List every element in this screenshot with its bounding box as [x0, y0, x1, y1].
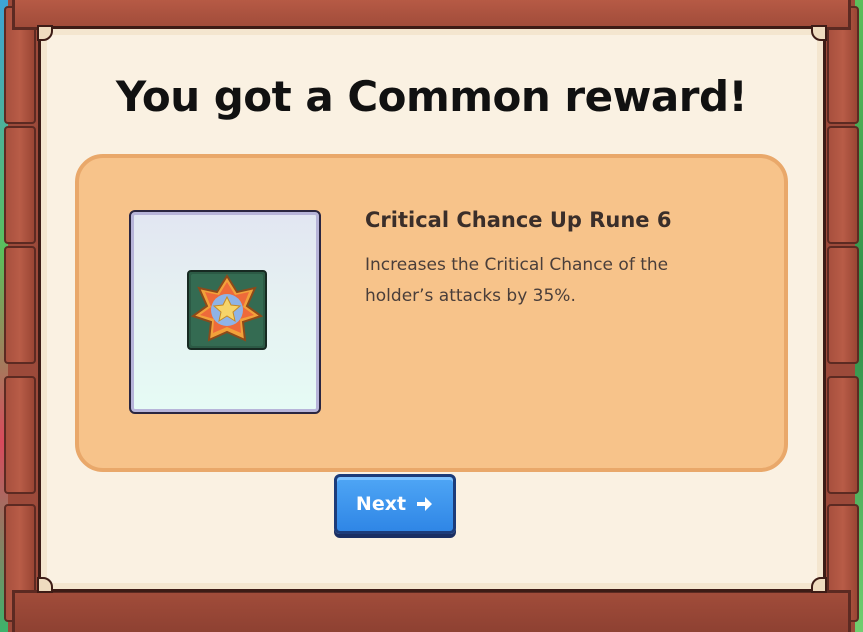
critical-chance-rune-icon — [187, 270, 267, 350]
corner-fold — [37, 25, 53, 41]
reward-panel: Critical Chance Up Rune 6 Increases the … — [75, 154, 788, 472]
wood-plank — [4, 126, 36, 244]
wood-frame: You got a Common reward! Critical Chance… — [0, 0, 863, 632]
next-button[interactable]: Next — [334, 474, 456, 534]
arrow-right-icon — [417, 497, 433, 511]
wood-plank — [4, 376, 36, 494]
wood-plank — [4, 246, 36, 364]
reward-title: You got a Common reward! — [115, 72, 748, 121]
reward-item-frame — [129, 210, 321, 414]
corner-fold — [37, 577, 53, 593]
wood-plank — [827, 376, 859, 494]
bottom-wood-bar — [12, 590, 851, 632]
wood-plank — [827, 126, 859, 244]
corner-fold — [811, 25, 827, 41]
wood-plank — [827, 246, 859, 364]
next-button-label: Next — [355, 493, 407, 515]
reward-item-name: Critical Chance Up Rune 6 — [365, 208, 672, 232]
reward-item-description: Increases the Critical Chance of the hol… — [365, 255, 669, 306]
corner-fold — [811, 577, 827, 593]
